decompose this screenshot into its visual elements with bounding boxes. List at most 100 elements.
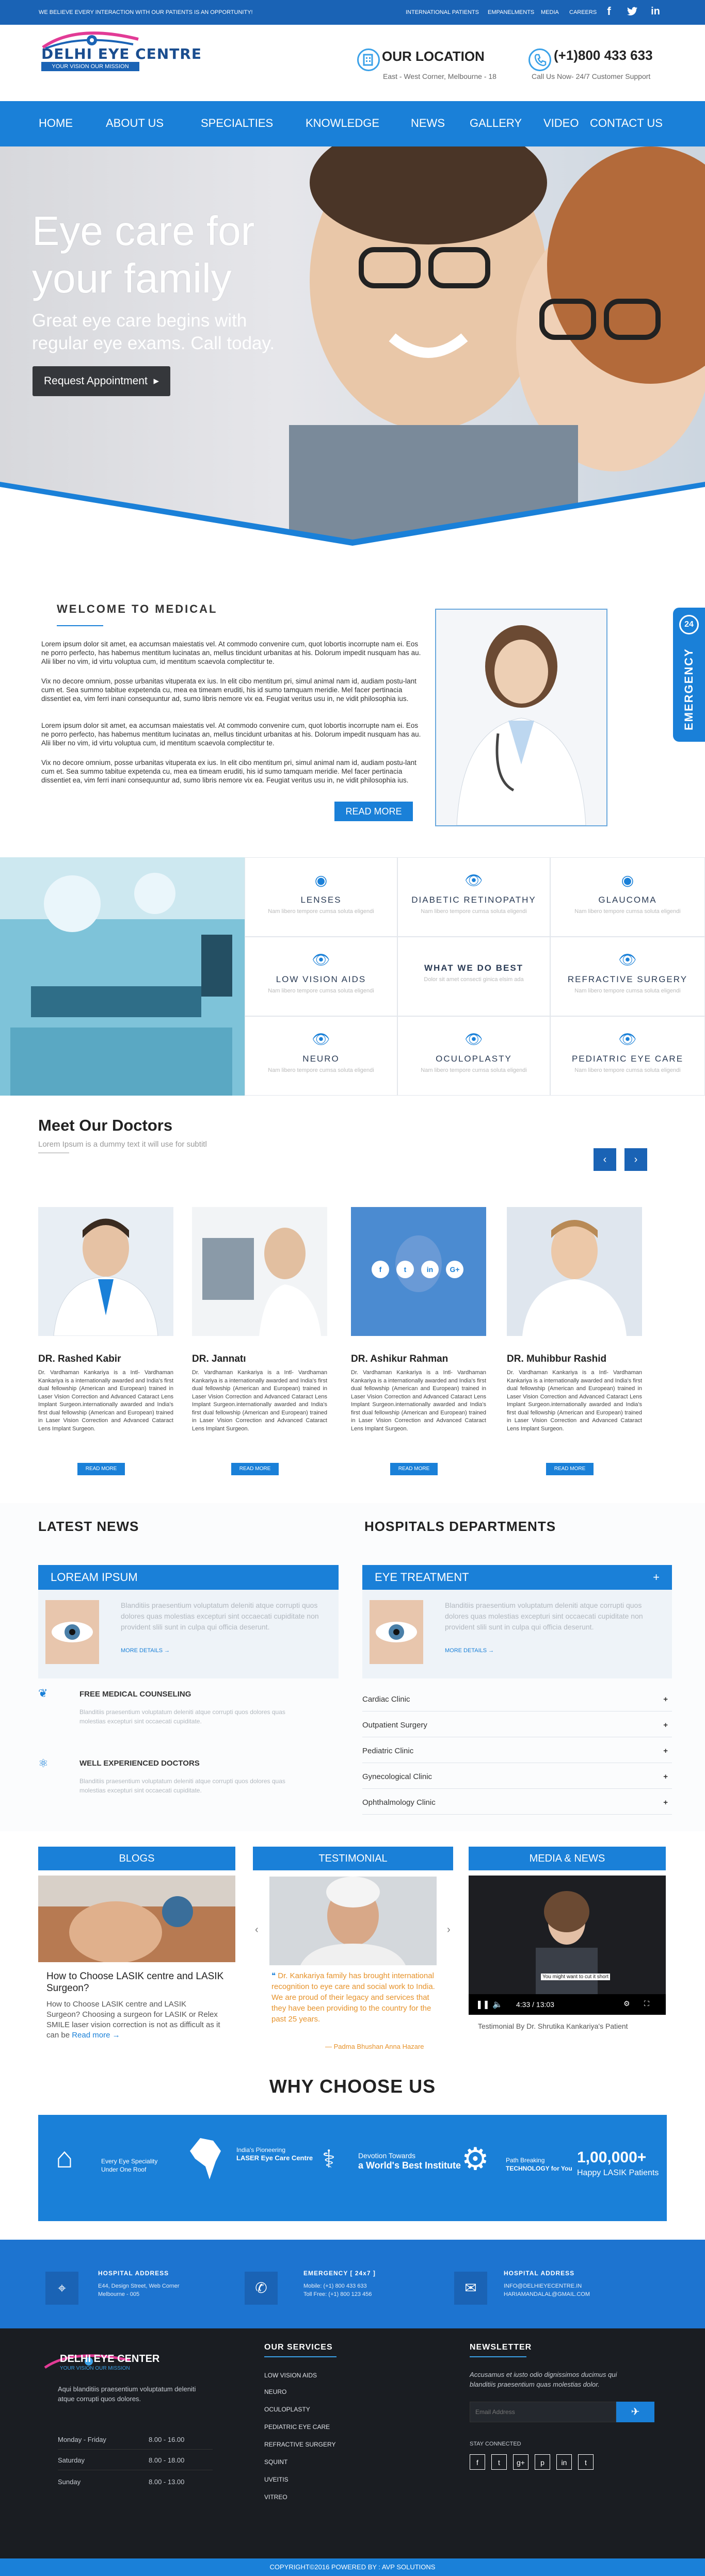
- twitter-icon[interactable]: t: [491, 2454, 507, 2470]
- eye-icon: 👁: [312, 952, 330, 968]
- facebook-icon[interactable]: f: [470, 2454, 485, 2470]
- hours-time: 8.00 - 16.00: [149, 2436, 185, 2443]
- specialty-oculoplasty[interactable]: 👁 OCULOPLASTY Nam libero tempore cumsa sol…: [397, 1016, 550, 1096]
- volume-icon[interactable]: 🔈: [492, 1999, 503, 2010]
- welcome-read-more-button[interactable]: READ MORE: [334, 802, 413, 821]
- logo-title[interactable]: DELHI EYE CENTRE: [41, 45, 202, 62]
- pinterest-icon[interactable]: p: [535, 2454, 550, 2470]
- doctor-name[interactable]: DR. Jannatı: [192, 1354, 246, 1365]
- title-underline: [57, 625, 103, 626]
- doctor-photo-hover[interactable]: f t in G+: [351, 1207, 486, 1336]
- hours-time: 8.00 - 18.00: [149, 2456, 185, 2464]
- next-arrow-icon[interactable]: ›: [624, 1148, 647, 1171]
- eye-icon: 👁: [618, 952, 637, 968]
- eye-closeup-photo: [45, 1600, 99, 1664]
- pause-icon[interactable]: ❚❚: [476, 1999, 490, 2010]
- news-more-details-link[interactable]: MORE DETAILS →: [121, 1648, 170, 1654]
- specialty-neuro[interactable]: 👁 NEURO Nam libero tempore cumsa soluta el…: [245, 1016, 397, 1096]
- video-player[interactable]: You might want to cut it short ❚❚ 🔈 4:33…: [469, 1876, 666, 2015]
- announcement-text: WE BELIEVE EVERY INTERACTION WITH OUR PA…: [39, 9, 253, 15]
- doctor-name[interactable]: DR. Ashikur Rahman: [351, 1354, 448, 1365]
- linkedin-icon[interactable]: in: [556, 2454, 572, 2470]
- twitter-icon[interactable]: t: [396, 1261, 414, 1278]
- news-item-title[interactable]: WELL EXPERIENCED DOCTORS: [79, 1759, 200, 1768]
- doctor-read-more-button[interactable]: READ MORE: [231, 1463, 279, 1475]
- department-accordion-item[interactable]: Gynecological Clinic +: [362, 1765, 672, 1789]
- link-empanelments[interactable]: EMPANELMENTS: [488, 9, 534, 15]
- why-item: Every Eye Speciality Under One Roof: [101, 2158, 158, 2173]
- why-patients-count: 1,00,000+: [577, 2149, 647, 2166]
- tumblr-icon[interactable]: t: [578, 2454, 594, 2470]
- testimonial-next-icon[interactable]: ›: [447, 1924, 451, 1936]
- doctor-read-more-button[interactable]: READ MORE: [390, 1463, 438, 1475]
- news-panel-bar[interactable]: LOREAM IPSUM: [38, 1565, 339, 1590]
- department-accordion-item[interactable]: Outpatient Surgery +: [362, 1714, 672, 1737]
- newsletter-email-input[interactable]: [470, 2402, 616, 2422]
- send-icon[interactable]: ✈: [616, 2402, 654, 2422]
- hours-time: 8.00 - 13.00: [149, 2478, 185, 2486]
- footer-service-link[interactable]: REFRACTIVE SURGERY: [264, 2441, 335, 2448]
- eye-treatment-text: Blanditiis praesentium voluptatum deleni…: [445, 1601, 643, 1631]
- doctor-photo[interactable]: [38, 1207, 173, 1336]
- department-accordion-item[interactable]: Cardiac Clinic +: [362, 1688, 672, 1711]
- doctor-bio: Dr. Vardhaman Kankariya is a Intl- Vardh…: [38, 1369, 173, 1432]
- footer-service-link[interactable]: UVEITIS: [264, 2476, 289, 2483]
- eye-treatment-bar[interactable]: EYE TREATMENT +: [362, 1565, 672, 1590]
- specialty-refractive-surgery[interactable]: 👁 REFRACTIVE SURGERY Nam libero tempore cu…: [550, 937, 705, 1016]
- link-international-patients[interactable]: INTERNATIONAL PATIENTS: [406, 9, 479, 15]
- department-accordion-item[interactable]: Ophthalmology Clinic +: [362, 1791, 672, 1815]
- footer-service-link[interactable]: NEURO: [264, 2388, 286, 2395]
- fullscreen-icon[interactable]: ⛶: [644, 1999, 649, 2008]
- specialty-diabetic-retinopathy[interactable]: 👁 DIABETIC RETINOPATHY Nam libero tempore …: [397, 857, 550, 937]
- department-more-details-link[interactable]: MORE DETAILS →: [445, 1648, 494, 1654]
- blog-read-more-link[interactable]: Read more →: [72, 2031, 120, 2040]
- googleplus-icon[interactable]: G+: [446, 1261, 463, 1278]
- doctor-name[interactable]: DR. Muhibbur Rashid: [507, 1354, 606, 1365]
- specialty-pediatric-eye-care[interactable]: 👁 PEDIATRIC EYE CARE Nam libero tempore cu…: [550, 1016, 705, 1096]
- doctor-read-more-button[interactable]: READ MORE: [546, 1463, 594, 1475]
- linkedin-icon[interactable]: in: [421, 1261, 439, 1278]
- nav-video[interactable]: VIDEO: [543, 117, 579, 130]
- nav-specialties[interactable]: SPECIALTIES: [201, 117, 273, 130]
- link-careers[interactable]: CAREERS: [569, 9, 597, 15]
- nav-knowledge[interactable]: KNOWLEDGE: [306, 117, 379, 130]
- link-media[interactable]: MEDIA: [541, 9, 559, 15]
- testimonial-prev-icon[interactable]: ‹: [255, 1924, 259, 1936]
- doctor-name[interactable]: DR. Rashed Kabir: [38, 1354, 121, 1365]
- nav-home[interactable]: HOME: [39, 117, 73, 130]
- footer-service-link[interactable]: VITREO: [264, 2493, 287, 2501]
- footer-service-link[interactable]: LOW VISION AIDS: [264, 2372, 317, 2379]
- specialty-glaucoma[interactable]: ◉ GLAUCOMA Nam libero tempore cumsa soluta…: [550, 857, 705, 937]
- linkedin-icon[interactable]: in: [648, 4, 663, 19]
- footer-service-link[interactable]: PEDIATRIC EYE CARE: [264, 2423, 330, 2431]
- blog-post-title[interactable]: How to Choose LASIK centre and LASIK Sur…: [46, 1970, 232, 1994]
- request-appointment-button[interactable]: Request Appointment ▸: [33, 366, 170, 396]
- twitter-icon[interactable]: [625, 4, 639, 19]
- footer-service-link[interactable]: SQUINT: [264, 2458, 287, 2466]
- nav-contact-us[interactable]: CONTACT US: [590, 117, 663, 130]
- doctor-read-more-button[interactable]: READ MORE: [77, 1463, 125, 1475]
- footer-service-link[interactable]: OCULOPLASTY: [264, 2406, 310, 2413]
- welcome-title: WELCOME TO MEDICAL: [57, 602, 218, 615]
- facebook-icon[interactable]: f: [602, 4, 616, 19]
- welcome-doctor-photo: [435, 609, 607, 826]
- blog-photo[interactable]: [38, 1876, 235, 1963]
- googleplus-icon[interactable]: g+: [513, 2454, 528, 2470]
- prev-arrow-icon[interactable]: ‹: [594, 1148, 616, 1171]
- doctor-photo[interactable]: [192, 1207, 327, 1336]
- specialty-lenses[interactable]: ◉ LENSES Nam libero tempore cumsa soluta e…: [245, 857, 397, 937]
- nav-about-us[interactable]: ABOUT US: [106, 117, 164, 130]
- facebook-icon[interactable]: f: [372, 1261, 389, 1278]
- video-time: 4:33 / 13:03: [516, 2000, 554, 2009]
- specialty-low-vision-aids[interactable]: 👁 LOW VISION AIDS Nam libero tempore cumsa…: [245, 937, 397, 1016]
- news-item-title[interactable]: FREE MEDICAL COUNSELING: [79, 1690, 191, 1699]
- nav-gallery[interactable]: GALLERY: [470, 117, 522, 130]
- doctor-photo[interactable]: [507, 1207, 642, 1336]
- settings-icon[interactable]: ⚙: [623, 1999, 630, 2008]
- eye-icon: ◉: [621, 872, 634, 888]
- footer-logo-title[interactable]: DELHI EYE CENTER: [60, 2353, 159, 2365]
- nav-news[interactable]: NEWS: [411, 117, 445, 130]
- emergency-tab[interactable]: 24 EMERGENCY: [673, 608, 705, 742]
- phone-number[interactable]: (+1)800 433 633: [554, 47, 653, 63]
- department-accordion-item[interactable]: Pediatric Clinic +: [362, 1739, 672, 1763]
